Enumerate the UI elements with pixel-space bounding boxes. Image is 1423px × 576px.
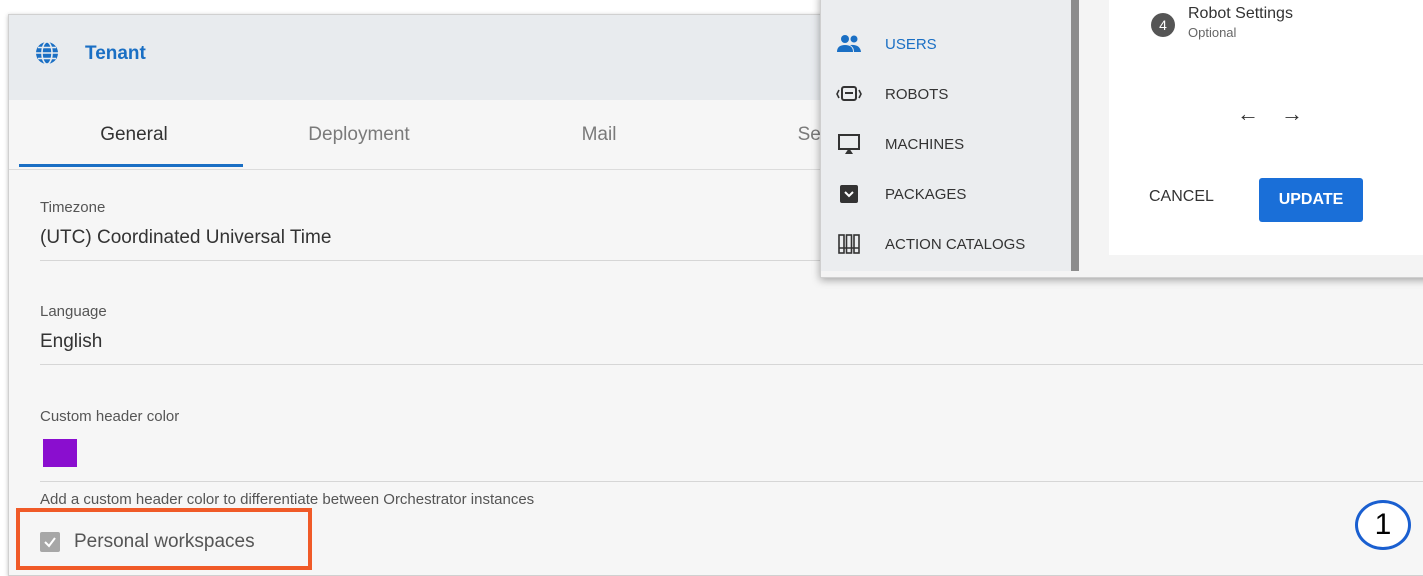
wizard-dialog: 4 Robot Settings Optional ← → CANCEL UPD… xyxy=(1109,0,1423,255)
menu-label-packages: PACKAGES xyxy=(885,185,967,203)
overlay-window: USERS ROBOTS MACHINES PACKAGES ACTION CA… xyxy=(820,0,1423,278)
menu-label-action-catalogs: ACTION CATALOGS xyxy=(885,235,1026,253)
header-color-underline xyxy=(40,481,1423,482)
active-tab-indicator xyxy=(19,164,243,167)
menu-item-robots[interactable]: ROBOTS xyxy=(835,79,948,109)
menu-item-action-catalogs[interactable]: ACTION CATALOGS xyxy=(835,229,1025,259)
step-subtitle: Optional xyxy=(1188,25,1237,40)
language-select[interactable]: English xyxy=(40,331,102,353)
tab-general[interactable]: General xyxy=(9,101,259,169)
timezone-select[interactable]: (UTC) Coordinated Universal Time xyxy=(40,227,331,249)
package-icon xyxy=(835,182,863,206)
update-button[interactable]: UPDATE xyxy=(1259,178,1363,222)
back-arrow-icon[interactable]: ← xyxy=(1237,101,1259,127)
language-label: Language xyxy=(40,303,107,320)
header-color-help: Add a custom header color to differentia… xyxy=(40,491,535,508)
menu-item-machines[interactable]: MACHINES xyxy=(835,129,964,159)
tab-deployment[interactable]: Deployment xyxy=(259,101,459,169)
step-title: Robot Settings xyxy=(1188,5,1293,22)
header-color-swatch[interactable] xyxy=(43,439,77,467)
timezone-label: Timezone xyxy=(40,199,106,216)
menu-scrollbar[interactable] xyxy=(1071,0,1079,271)
menu-label-users: USERS xyxy=(885,35,937,53)
highlight-box xyxy=(16,508,312,570)
tenant-title: Tenant xyxy=(85,43,146,64)
tab-mail[interactable]: Mail xyxy=(499,101,699,169)
robot-icon xyxy=(835,82,863,106)
header-color-label: Custom header color xyxy=(40,408,180,425)
language-underline xyxy=(40,364,1423,365)
machine-icon xyxy=(835,132,863,156)
menu-item-packages[interactable]: PACKAGES xyxy=(835,179,966,209)
callout-number: 1 xyxy=(1355,500,1411,550)
users-icon xyxy=(835,32,863,56)
menu-label-robots: ROBOTS xyxy=(885,85,949,103)
step-number-badge: 4 xyxy=(1151,13,1175,37)
cancel-button[interactable]: CANCEL xyxy=(1149,188,1214,206)
catalog-icon xyxy=(835,232,863,256)
side-menu: USERS ROBOTS MACHINES PACKAGES ACTION CA… xyxy=(821,0,1076,271)
globe-icon xyxy=(36,41,58,65)
menu-label-machines: MACHINES xyxy=(885,135,965,153)
menu-item-users[interactable]: USERS xyxy=(835,29,937,59)
forward-arrow-icon[interactable]: → xyxy=(1281,101,1303,127)
